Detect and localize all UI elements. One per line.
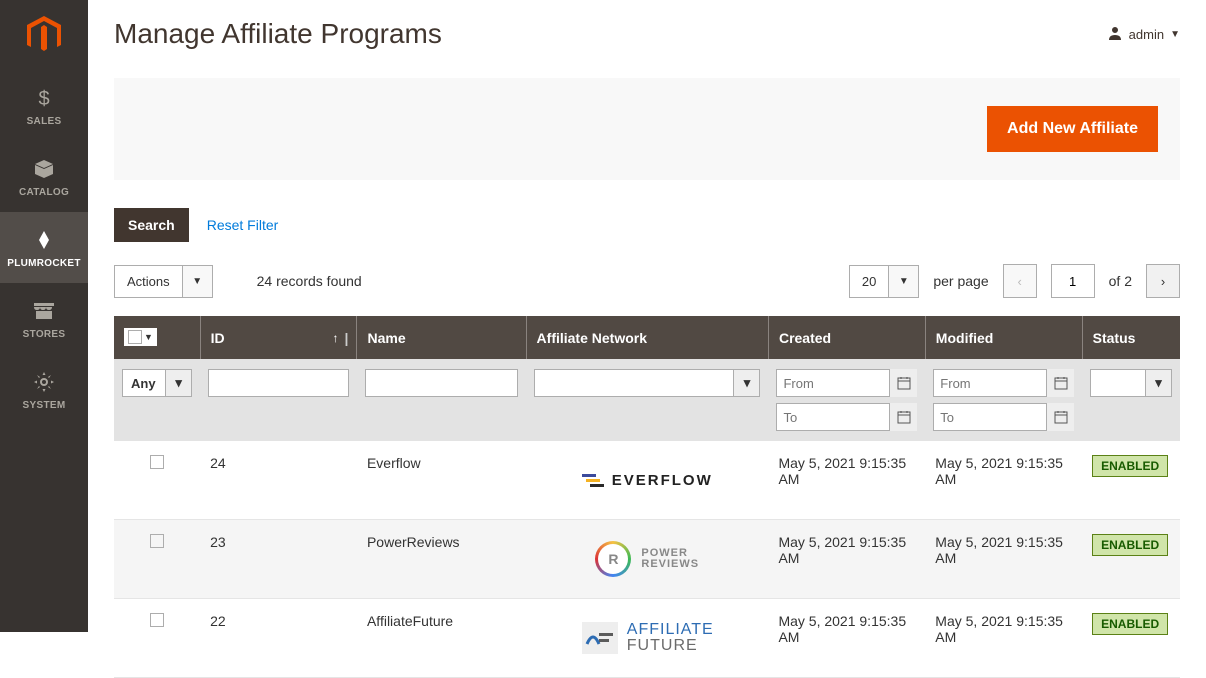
cell-modified: May 5, 2021 9:15:35 AM [925,599,1082,678]
add-new-affiliate-button[interactable]: Add New Affiliate [987,106,1158,152]
caret-down-icon: ▼ [1170,29,1180,40]
svg-text:$: $ [38,88,49,109]
column-modified-header[interactable]: Modified [925,316,1082,359]
sidebar-item-sales[interactable]: $ SALES [0,70,88,141]
cell-network: EVERFLOW [526,441,768,520]
row-checkbox[interactable] [150,534,164,548]
chevron-left-icon: ‹ [1017,274,1021,289]
storefront-icon [32,297,56,325]
caret-down-icon[interactable]: ▼ [183,265,213,298]
cell-network: R POWERREVIEWS [526,520,768,599]
total-pages-text: of 2 [1109,273,1132,289]
current-page-input[interactable] [1051,264,1095,298]
status-badge: ENABLED [1092,455,1168,477]
cell-id: 23 [200,520,357,599]
sidebar-item-system[interactable]: SYSTEM [0,354,88,425]
user-icon [1107,25,1123,44]
sidebar-item-label: STORES [23,329,66,340]
affiliates-grid: ▼ ID ↑ | Name Affiliate Network Created … [114,316,1180,678]
page-title: Manage Affiliate Programs [114,18,442,50]
filter-id-input[interactable] [208,369,349,397]
cell-name: Everflow [357,441,526,520]
column-checkbox-header[interactable]: ▼ [114,316,200,359]
records-found-text: 24 records found [257,273,362,289]
calendar-icon[interactable] [1046,403,1074,431]
column-name-header[interactable]: Name [357,316,526,359]
cell-name: AffiliateFuture [357,599,526,678]
cell-id: 22 [200,599,357,678]
powerreviews-logo: R POWERREVIEWS [536,534,758,584]
calendar-icon[interactable] [1046,369,1074,397]
prev-page-button[interactable]: ‹ [1003,264,1037,298]
page-header: Manage Affiliate Programs admin ▼ [114,18,1180,50]
per-page-label: per page [933,273,988,289]
filter-status-select[interactable]: ▾ [1090,369,1172,397]
sidebar-item-plumrocket[interactable]: PLUMROCKET [0,212,88,283]
everflow-logo: EVERFLOW [536,455,758,505]
caret-down-icon[interactable]: ▾ [166,369,192,397]
action-bar: Add New Affiliate [114,78,1180,180]
cell-network: AFFILIATEFUTURE [526,599,768,678]
filter-name-input[interactable] [365,369,518,397]
table-row[interactable]: 22 AffiliateFuture AFFILIATEFUTURE May 5… [114,599,1180,678]
per-page-value: 20 [849,265,889,298]
cell-status: ENABLED [1082,441,1180,520]
table-row[interactable]: 24 Everflow EVERFLOW May 5, 2021 9:15:35… [114,441,1180,520]
sidebar-item-label: CATALOG [19,187,69,198]
calendar-icon[interactable] [889,403,917,431]
gear-icon [33,368,55,396]
grid-toolbar-second: Actions ▼ 24 records found 20 ▼ per page… [114,264,1180,298]
dollar-icon: $ [35,84,53,112]
table-row[interactable]: 23 PowerReviews R POWERREVIEWS May 5, 20… [114,520,1180,599]
per-page-select[interactable]: 20 ▼ [849,265,919,298]
select-all-checkbox[interactable] [128,330,142,344]
plum-icon [33,226,55,254]
main-content: Manage Affiliate Programs admin ▼ Add Ne… [88,0,1206,678]
cell-modified: May 5, 2021 9:15:35 AM [925,520,1082,599]
filter-checkbox-select[interactable]: Any ▾ [122,369,192,397]
caret-down-icon[interactable]: ▾ [734,369,760,397]
actions-label: Actions [114,265,183,298]
cell-id: 24 [200,441,357,520]
cell-created: May 5, 2021 9:15:35 AM [768,599,925,678]
caret-down-icon[interactable]: ▼ [889,265,919,298]
calendar-icon[interactable] [889,369,917,397]
cell-created: May 5, 2021 9:15:35 AM [768,520,925,599]
row-checkbox[interactable] [150,613,164,627]
admin-sidebar: $ SALES CATALOG PLUMROCKET STORES SYSTEM [0,0,88,632]
user-name: admin [1129,27,1164,42]
next-page-button[interactable]: › [1146,264,1180,298]
chevron-right-icon: › [1161,274,1165,289]
mass-actions-select[interactable]: Actions ▼ [114,265,213,298]
cell-created: May 5, 2021 9:15:35 AM [768,441,925,520]
status-badge: ENABLED [1092,534,1168,556]
column-network-header[interactable]: Affiliate Network [526,316,768,359]
sidebar-item-label: SALES [27,116,62,127]
row-checkbox[interactable] [150,455,164,469]
magento-logo[interactable] [0,0,88,70]
caret-down-icon[interactable]: ▼ [144,332,153,342]
column-id-header[interactable]: ID ↑ | [200,316,357,359]
cell-status: ENABLED [1082,520,1180,599]
reset-filter-link[interactable]: Reset Filter [207,217,279,233]
search-button[interactable]: Search [114,208,189,242]
sidebar-item-label: PLUMROCKET [7,258,81,269]
cell-modified: May 5, 2021 9:15:35 AM [925,441,1082,520]
cell-status: ENABLED [1082,599,1180,678]
filter-network-select[interactable]: ▾ [534,369,760,397]
sidebar-item-catalog[interactable]: CATALOG [0,141,88,212]
grid-toolbar-top: Search Reset Filter [114,208,1180,242]
column-status-header[interactable]: Status [1082,316,1180,359]
sidebar-item-label: SYSTEM [23,400,66,411]
column-created-header[interactable]: Created [768,316,925,359]
cell-name: PowerReviews [357,520,526,599]
caret-down-icon[interactable]: ▾ [1146,369,1172,397]
user-menu[interactable]: admin ▼ [1107,25,1180,44]
sort-asc-icon: ↑ [332,331,338,345]
affiliatefuture-logo: AFFILIATEFUTURE [536,613,758,663]
box-icon [33,155,55,183]
sidebar-item-stores[interactable]: STORES [0,283,88,354]
